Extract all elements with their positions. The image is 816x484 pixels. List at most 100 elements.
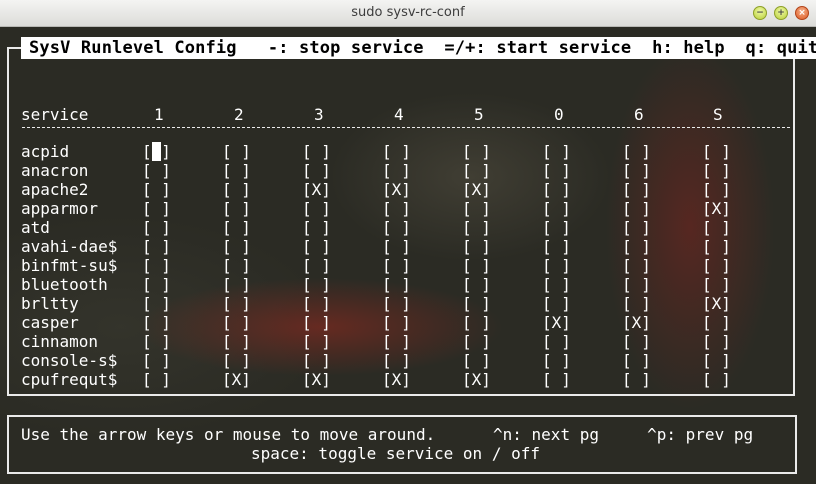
runlevel-checkbox[interactable]: [X] (542, 313, 571, 332)
runlevel-checkbox[interactable]: [ ] (382, 199, 411, 218)
runlevel-checkbox[interactable]: [X] (222, 370, 251, 389)
runlevel-checkbox[interactable]: [ ] (302, 332, 331, 351)
runlevel-checkbox[interactable]: [ ] (222, 351, 251, 370)
runlevel-checkbox[interactable]: [ ] (542, 237, 571, 256)
runlevel-checkbox[interactable]: [X] (302, 180, 331, 199)
runlevel-checkbox[interactable]: [X] (462, 180, 491, 199)
runlevel-checkbox[interactable]: [ ] (142, 142, 171, 161)
runlevel-checkbox[interactable]: [ ] (702, 142, 731, 161)
runlevel-checkbox[interactable]: [ ] (462, 199, 491, 218)
runlevel-checkbox[interactable]: [ ] (382, 313, 411, 332)
runlevel-checkbox[interactable]: [ ] (542, 370, 571, 389)
runlevel-checkbox[interactable]: [ ] (702, 180, 731, 199)
runlevel-checkbox[interactable]: [ ] (702, 275, 731, 294)
runlevel-checkbox[interactable]: [ ] (702, 351, 731, 370)
runlevel-checkbox[interactable]: [ ] (382, 351, 411, 370)
runlevel-checkbox[interactable]: [ ] (382, 275, 411, 294)
runlevel-checkbox[interactable]: [ ] (542, 199, 571, 218)
runlevel-checkbox[interactable]: [ ] (382, 294, 411, 313)
runlevel-checkbox[interactable]: [ ] (462, 351, 491, 370)
runlevel-checkbox[interactable]: [ ] (382, 237, 411, 256)
runlevel-checkbox[interactable]: [ ] (622, 237, 651, 256)
runlevel-checkbox[interactable]: [ ] (542, 180, 571, 199)
runlevel-checkbox[interactable]: [ ] (622, 294, 651, 313)
terminal-area[interactable]: SysV Runlevel Config -: stop service =/+… (0, 27, 816, 484)
runlevel-checkbox[interactable]: [ ] (462, 294, 491, 313)
runlevel-checkbox[interactable]: [ ] (622, 332, 651, 351)
runlevel-checkbox[interactable]: [ ] (702, 237, 731, 256)
runlevel-checkbox[interactable]: [ ] (382, 218, 411, 237)
close-button[interactable]: × (795, 6, 809, 20)
runlevel-checkbox[interactable]: [ ] (142, 218, 171, 237)
title-bar[interactable]: sudo sysv-rc-conf − + × (0, 0, 816, 27)
runlevel-checkbox[interactable]: [ ] (222, 199, 251, 218)
runlevel-checkbox[interactable]: [ ] (542, 218, 571, 237)
runlevel-checkbox[interactable]: [ ] (622, 370, 651, 389)
runlevel-checkbox[interactable]: [ ] (622, 161, 651, 180)
runlevel-checkbox[interactable]: [X] (702, 199, 731, 218)
minimize-button[interactable]: − (753, 6, 767, 20)
runlevel-checkbox[interactable]: [ ] (462, 256, 491, 275)
runlevel-checkbox[interactable]: [ ] (222, 142, 251, 161)
runlevel-checkbox[interactable]: [ ] (302, 313, 331, 332)
maximize-button[interactable]: + (774, 6, 788, 20)
runlevel-checkbox[interactable]: [ ] (542, 161, 571, 180)
runlevel-checkbox[interactable]: [ ] (542, 256, 571, 275)
runlevel-checkbox[interactable]: [ ] (462, 161, 491, 180)
runlevel-checkbox[interactable]: [ ] (542, 332, 571, 351)
runlevel-checkbox[interactable]: [ ] (222, 275, 251, 294)
runlevel-checkbox[interactable]: [X] (302, 370, 331, 389)
runlevel-checkbox[interactable]: [ ] (302, 237, 331, 256)
runlevel-checkbox[interactable]: [ ] (222, 294, 251, 313)
runlevel-checkbox[interactable]: [ ] (622, 218, 651, 237)
runlevel-checkbox[interactable]: [ ] (622, 142, 651, 161)
runlevel-checkbox[interactable]: [ ] (142, 294, 171, 313)
runlevel-checkbox[interactable]: [ ] (302, 161, 331, 180)
runlevel-checkbox[interactable]: [ ] (702, 161, 731, 180)
runlevel-checkbox[interactable]: [ ] (622, 275, 651, 294)
runlevel-checkbox[interactable]: [ ] (702, 256, 731, 275)
runlevel-checkbox[interactable]: [ ] (702, 218, 731, 237)
runlevel-checkbox[interactable]: [ ] (302, 218, 331, 237)
runlevel-checkbox[interactable]: [X] (462, 370, 491, 389)
runlevel-checkbox[interactable]: [ ] (142, 370, 171, 389)
runlevel-checkbox[interactable]: [ ] (222, 218, 251, 237)
runlevel-checkbox[interactable]: [ ] (382, 332, 411, 351)
runlevel-checkbox[interactable]: [ ] (622, 351, 651, 370)
runlevel-checkbox[interactable]: [ ] (142, 351, 171, 370)
runlevel-checkbox[interactable]: [ ] (142, 161, 171, 180)
runlevel-checkbox[interactable]: [ ] (142, 256, 171, 275)
runlevel-checkbox[interactable]: [ ] (542, 142, 571, 161)
runlevel-checkbox[interactable]: [ ] (222, 180, 251, 199)
runlevel-checkbox[interactable]: [ ] (462, 218, 491, 237)
runlevel-checkbox[interactable]: [ ] (142, 199, 171, 218)
runlevel-checkbox[interactable]: [ ] (622, 199, 651, 218)
runlevel-checkbox[interactable]: [ ] (542, 294, 571, 313)
runlevel-checkbox[interactable]: [X] (382, 370, 411, 389)
runlevel-checkbox[interactable]: [ ] (142, 313, 171, 332)
runlevel-checkbox[interactable]: [ ] (302, 294, 331, 313)
runlevel-checkbox[interactable]: [X] (702, 294, 731, 313)
runlevel-checkbox[interactable]: [ ] (382, 142, 411, 161)
runlevel-checkbox[interactable]: [ ] (462, 142, 491, 161)
runlevel-checkbox[interactable]: [ ] (222, 256, 251, 275)
runlevel-checkbox[interactable]: [ ] (462, 237, 491, 256)
runlevel-checkbox[interactable]: [ ] (302, 142, 331, 161)
runlevel-checkbox[interactable]: [ ] (542, 351, 571, 370)
runlevel-checkbox[interactable]: [ ] (142, 332, 171, 351)
runlevel-checkbox[interactable]: [X] (382, 180, 411, 199)
runlevel-checkbox[interactable]: [ ] (222, 237, 251, 256)
runlevel-checkbox[interactable]: [X] (622, 313, 651, 332)
runlevel-checkbox[interactable]: [ ] (302, 275, 331, 294)
runlevel-checkbox[interactable]: [ ] (222, 313, 251, 332)
runlevel-checkbox[interactable]: [ ] (142, 237, 171, 256)
runlevel-checkbox[interactable]: [ ] (462, 332, 491, 351)
runlevel-checkbox[interactable]: [ ] (302, 256, 331, 275)
runlevel-checkbox[interactable]: [ ] (142, 180, 171, 199)
runlevel-checkbox[interactable]: [ ] (462, 313, 491, 332)
runlevel-checkbox[interactable]: [ ] (142, 275, 171, 294)
runlevel-checkbox[interactable]: [ ] (302, 351, 331, 370)
runlevel-checkbox[interactable]: [ ] (542, 275, 571, 294)
runlevel-checkbox[interactable]: [ ] (222, 161, 251, 180)
runlevel-checkbox[interactable]: [ ] (302, 199, 331, 218)
